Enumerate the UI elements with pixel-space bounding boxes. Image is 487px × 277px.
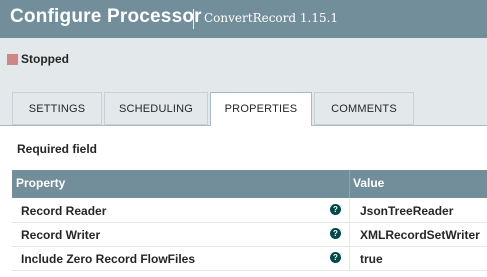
question-circle-icon[interactable]: ? xyxy=(330,228,341,239)
column-header-value: Value xyxy=(353,176,385,190)
dialog-title: Configure Processor xyxy=(10,6,202,27)
property-name: Record Reader xyxy=(21,204,107,218)
property-value[interactable]: true xyxy=(360,252,383,266)
column-header-property: Property xyxy=(16,176,66,190)
column-divider xyxy=(349,199,350,223)
property-name: Record Writer xyxy=(21,228,101,242)
status-bar xyxy=(0,38,487,82)
property-value[interactable]: XMLRecordSetWriter xyxy=(360,228,480,242)
table-row[interactable]: Record Reader ? JsonTreeReader xyxy=(12,199,487,223)
question-circle-icon[interactable]: ? xyxy=(330,204,341,215)
table-row[interactable]: Record Writer ? XMLRecordSetWriter xyxy=(12,223,487,247)
property-value[interactable]: JsonTreeReader xyxy=(360,204,453,218)
column-divider xyxy=(349,223,350,247)
processor-type-version: ConvertRecord 1.15.1 xyxy=(204,11,339,25)
column-divider xyxy=(349,170,350,198)
properties-table-header: Property Value xyxy=(12,170,487,198)
dialog-header: Configure Processor ConvertRecord 1.15.1 xyxy=(0,0,487,38)
tab-properties[interactable]: PROPERTIES xyxy=(210,92,312,126)
tab-settings[interactable]: SETTINGS xyxy=(12,92,102,125)
column-divider xyxy=(349,247,350,271)
required-field-label: Required field xyxy=(17,142,98,156)
property-name: Include Zero Record FlowFiles xyxy=(21,252,196,266)
table-row[interactable]: Include Zero Record FlowFiles ? true xyxy=(12,247,487,271)
title-separator xyxy=(193,9,194,29)
stopped-square-icon xyxy=(7,54,18,65)
question-circle-icon[interactable]: ? xyxy=(330,252,341,263)
tab-scheduling[interactable]: SCHEDULING xyxy=(104,92,208,125)
tab-comments[interactable]: COMMENTS xyxy=(314,92,414,125)
status-text: Stopped xyxy=(21,52,69,66)
